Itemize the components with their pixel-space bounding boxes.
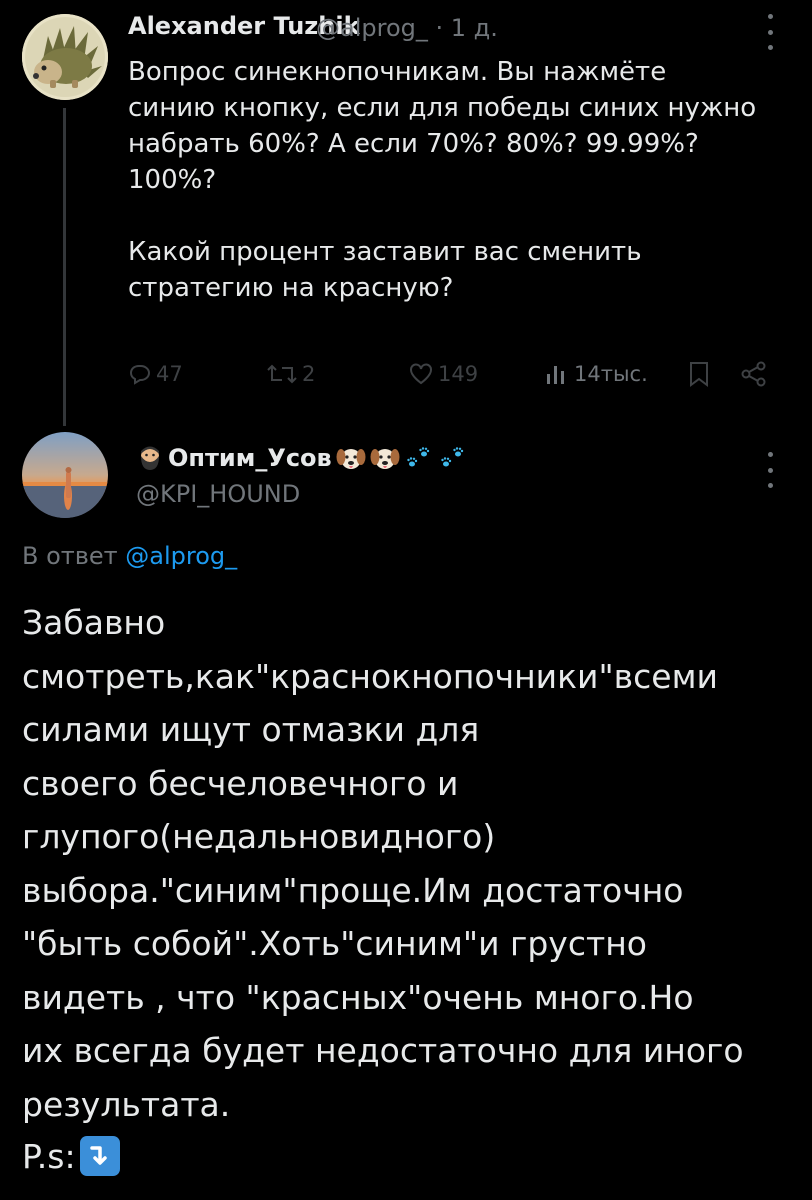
- views-count: 14тыс.: [574, 362, 648, 386]
- more-icon[interactable]: [766, 14, 774, 50]
- avatar-alexander[interactable]: [22, 14, 108, 100]
- dog-face-emoji: [336, 449, 366, 469]
- reply-to-line: В ответ @alprog_: [22, 542, 237, 570]
- ps-label: P.s:: [22, 1136, 76, 1176]
- reply-author-name-row[interactable]: Оптим_Усов: [136, 444, 468, 472]
- parent-action-bar: 47 2 149 14тыс.: [128, 356, 782, 392]
- thread-connector: [63, 108, 66, 426]
- parent-tweet-text: Вопрос синекнопочникам. Вы нажмёте синию…: [128, 57, 757, 303]
- reply-icon: [129, 365, 151, 385]
- like-button[interactable]: 149: [408, 356, 478, 392]
- parent-handle-time[interactable]: @alprog_ · 1 д.: [316, 14, 498, 42]
- reply-to-mention[interactable]: @alprog_: [125, 542, 237, 570]
- reply-button[interactable]: 47: [128, 356, 183, 392]
- retweet-icon: [267, 364, 297, 384]
- views-icon: [547, 366, 564, 384]
- reply-author-name: Оптим_Усов: [168, 444, 332, 472]
- hedgehog-avatar: [22, 14, 108, 100]
- reply-count: 47: [156, 362, 183, 386]
- reply-to-label: В ответ: [22, 542, 118, 570]
- more-icon[interactable]: [766, 452, 774, 488]
- like-icon: [410, 363, 432, 385]
- down-arrow-emoji: [79, 1136, 120, 1176]
- dog-face-emoji: [370, 449, 400, 469]
- bookmark-button[interactable]: [688, 356, 710, 392]
- paw-prints-emoji: [441, 447, 463, 467]
- reply-handle[interactable]: @KPI_HOUND: [136, 480, 300, 508]
- views-button[interactable]: 14тыс.: [544, 356, 648, 392]
- share-button[interactable]: [740, 356, 768, 392]
- share-icon: [741, 361, 766, 387]
- sunset-avatar: [22, 432, 108, 518]
- like-count: 149: [438, 362, 479, 386]
- avatar-optim-usov[interactable]: [22, 432, 108, 518]
- reply-tweet-text: Забавно смотреть,как"краснокнопочники"вс…: [22, 603, 744, 1124]
- paw-prints-emoji: [407, 447, 429, 467]
- bookmark-icon: [690, 362, 708, 387]
- ps-line: P.s:: [22, 1136, 120, 1176]
- retweet-button[interactable]: 2: [266, 356, 315, 392]
- bearded-man-emoji: [141, 446, 159, 470]
- retweet-count: 2: [302, 362, 316, 386]
